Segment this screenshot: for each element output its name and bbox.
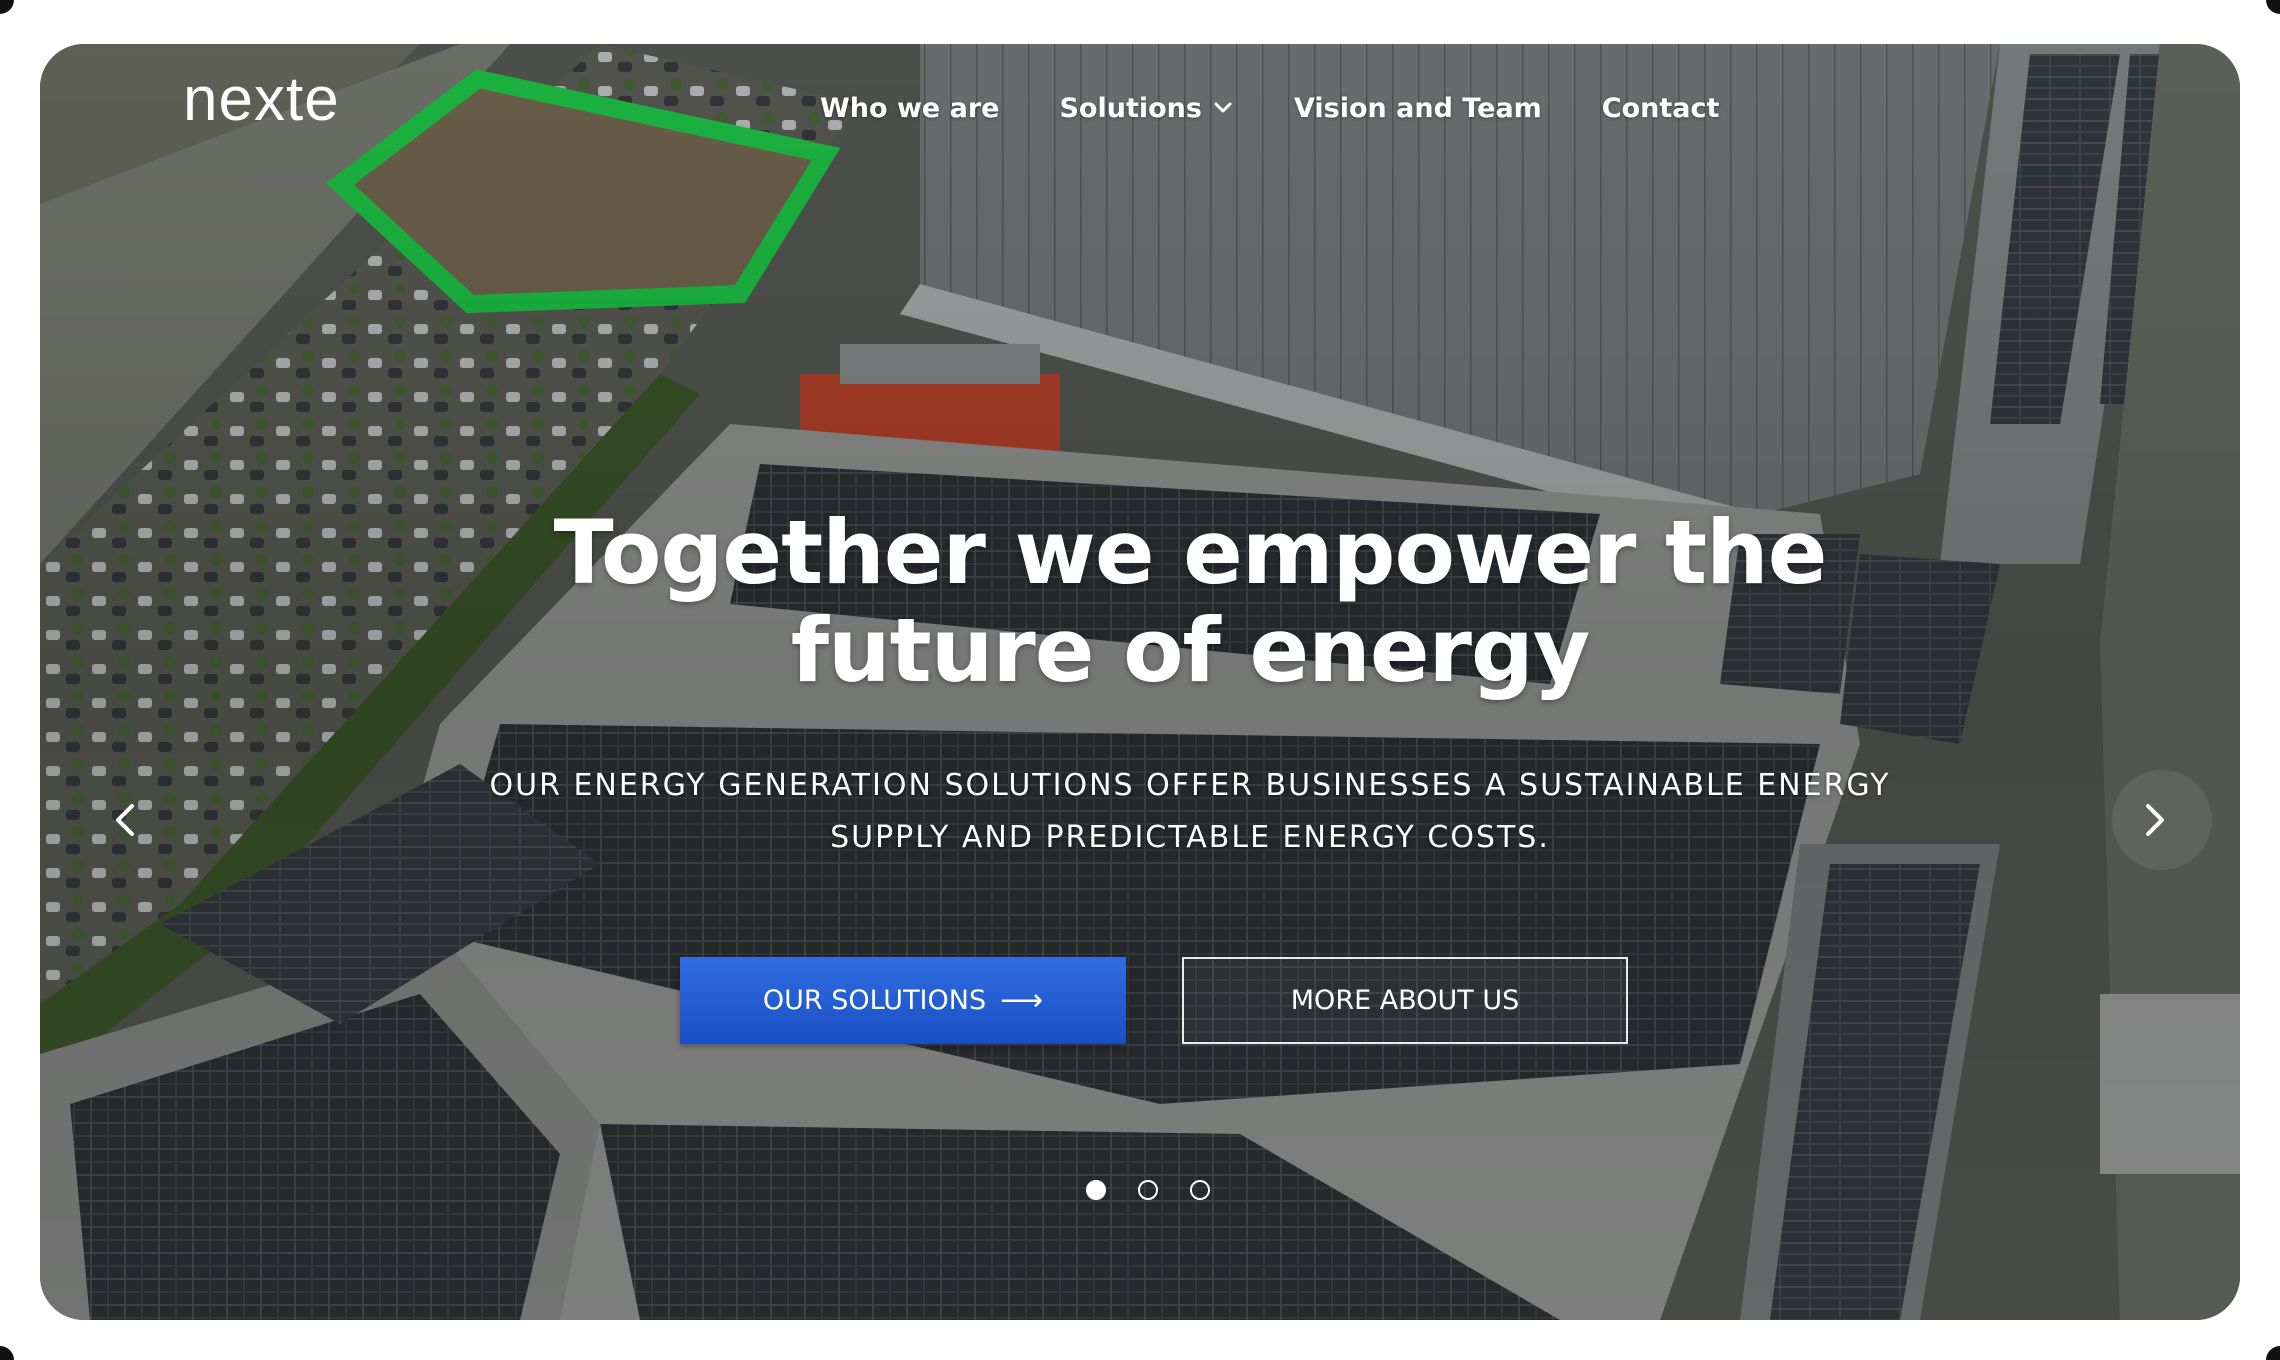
nexte-logo[interactable]: nexte xyxy=(183,66,413,138)
hero-headline-line2: future of energy xyxy=(790,599,1591,702)
more-about-us-button[interactable]: MORE ABOUT US xyxy=(1182,957,1628,1044)
carousel-prev-button[interactable] xyxy=(90,770,160,870)
nav-solutions[interactable]: Solutions xyxy=(1029,80,1263,136)
hero-headline-line1: Together we empower the xyxy=(553,501,1828,604)
frame-corner xyxy=(2266,1346,2280,1360)
carousel-dot-2[interactable] xyxy=(1138,1180,1158,1200)
frame-corner xyxy=(2266,0,2280,14)
frame-corner xyxy=(0,1346,14,1360)
more-about-us-label: MORE ABOUT US xyxy=(1290,985,1520,1016)
our-solutions-label: OUR SOLUTIONS xyxy=(762,985,987,1016)
nav-solutions-label: Solutions xyxy=(1059,92,1202,124)
carousel-dot-3[interactable] xyxy=(1190,1180,1210,1200)
nav-contact-label: Contact xyxy=(1601,92,1720,124)
main-nav: Who we are Solutions Vision and Team Con… xyxy=(790,80,1749,136)
hero-section: nexte Who we are Solutions Vision and Te… xyxy=(40,44,2240,1320)
hero-subline-line2: SUPPLY AND PREDICTABLE ENERGY COSTS. xyxy=(830,820,1550,855)
chevron-right-icon xyxy=(2146,804,2164,836)
nav-who-we-are[interactable]: Who we are xyxy=(790,80,1029,136)
carousel-dots xyxy=(1086,1180,1210,1200)
chevron-down-icon xyxy=(1214,102,1232,113)
hero-headline: Together we empower the future of energy xyxy=(240,504,2140,700)
nav-contact[interactable]: Contact xyxy=(1572,80,1750,136)
our-solutions-button[interactable]: OUR SOLUTIONS ⟶ xyxy=(680,957,1126,1044)
hero-subline: OUR ENERGY GENERATION SOLUTIONS OFFER BU… xyxy=(400,760,1980,864)
nav-vision-and-team[interactable]: Vision and Team xyxy=(1264,80,1572,136)
arrow-right-icon: ⟶ xyxy=(1000,983,1044,1018)
frame-corner xyxy=(0,0,14,14)
carousel-next-button[interactable] xyxy=(2112,770,2212,870)
carousel-dot-1[interactable] xyxy=(1086,1180,1106,1200)
logo-text: nexte xyxy=(183,66,340,134)
chevron-left-icon xyxy=(116,804,134,836)
nav-who-we-are-label: Who we are xyxy=(820,92,1000,124)
hero-subline-line1: OUR ENERGY GENERATION SOLUTIONS OFFER BU… xyxy=(489,768,1891,803)
nav-vision-and-team-label: Vision and Team xyxy=(1293,92,1542,124)
